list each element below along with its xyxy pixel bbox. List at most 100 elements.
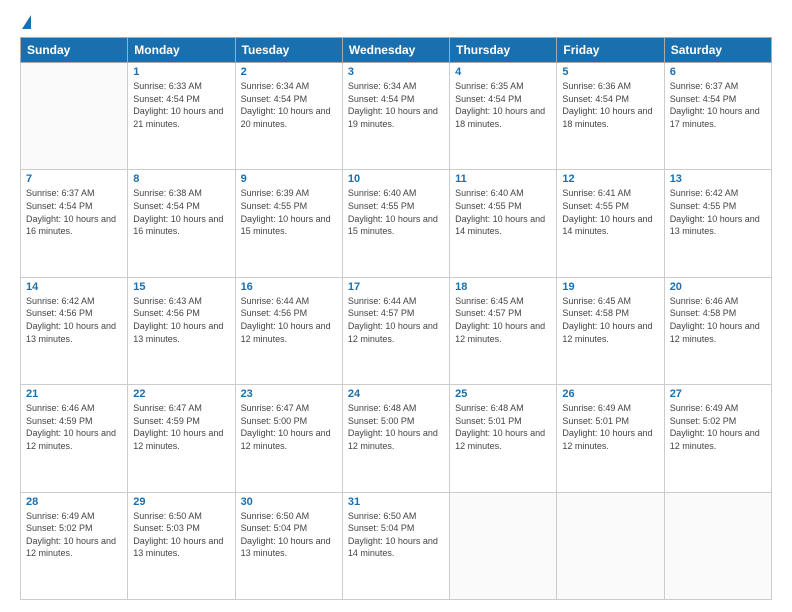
calendar-cell: 16 Sunrise: 6:44 AMSunset: 4:56 PMDayligh… bbox=[235, 277, 342, 384]
calendar-cell: 26 Sunrise: 6:49 AMSunset: 5:01 PMDayligh… bbox=[557, 385, 664, 492]
week-row-3: 14 Sunrise: 6:42 AMSunset: 4:56 PMDayligh… bbox=[21, 277, 772, 384]
calendar-header-row: SundayMondayTuesdayWednesdayThursdayFrid… bbox=[21, 38, 772, 63]
col-header-saturday: Saturday bbox=[664, 38, 771, 63]
calendar-cell: 29 Sunrise: 6:50 AMSunset: 5:03 PMDayligh… bbox=[128, 492, 235, 599]
calendar-page: SundayMondayTuesdayWednesdayThursdayFrid… bbox=[0, 0, 792, 612]
calendar-cell: 30Sunrise: 6:50 AMSunset: 5:04 PMDayligh… bbox=[235, 492, 342, 599]
calendar-cell: 18 Sunrise: 6:45 AMSunset: 4:57 PMDayligh… bbox=[450, 277, 557, 384]
calendar-cell: 10 Sunrise: 6:40 AMSunset: 4:55 PMDayligh… bbox=[342, 170, 449, 277]
day-number: 18 bbox=[455, 281, 551, 293]
calendar-cell bbox=[557, 492, 664, 599]
day-info: Sunrise: 6:40 AMSunset: 4:55 PMDaylight:… bbox=[348, 187, 444, 237]
day-number: 22 bbox=[133, 388, 229, 400]
calendar-cell: 3 Sunrise: 6:34 AMSunset: 4:54 PMDaylight… bbox=[342, 63, 449, 170]
col-header-thursday: Thursday bbox=[450, 38, 557, 63]
day-info: Sunrise: 6:49 AMSunset: 5:02 PMDaylight:… bbox=[26, 510, 122, 560]
week-row-4: 21 Sunrise: 6:46 AMSunset: 4:59 PMDayligh… bbox=[21, 385, 772, 492]
day-number: 25 bbox=[455, 388, 551, 400]
day-number: 29 bbox=[133, 496, 229, 508]
day-number: 28 bbox=[26, 496, 122, 508]
day-info: Sunrise: 6:49 AMSunset: 5:01 PMDaylight:… bbox=[562, 402, 658, 452]
calendar-cell: 12 Sunrise: 6:41 AMSunset: 4:55 PMDayligh… bbox=[557, 170, 664, 277]
day-info: Sunrise: 6:42 AMSunset: 4:55 PMDaylight:… bbox=[670, 187, 766, 237]
calendar-cell bbox=[21, 63, 128, 170]
header bbox=[20, 18, 772, 27]
day-number: 16 bbox=[241, 281, 337, 293]
week-row-2: 7 Sunrise: 6:37 AMSunset: 4:54 PMDaylight… bbox=[21, 170, 772, 277]
calendar-cell: 31 Sunrise: 6:50 AMSunset: 5:04 PMDayligh… bbox=[342, 492, 449, 599]
calendar-cell: 8 Sunrise: 6:38 AMSunset: 4:54 PMDaylight… bbox=[128, 170, 235, 277]
day-info: Sunrise: 6:41 AMSunset: 4:55 PMDaylight:… bbox=[562, 187, 658, 237]
calendar-cell bbox=[664, 492, 771, 599]
col-header-friday: Friday bbox=[557, 38, 664, 63]
day-number: 20 bbox=[670, 281, 766, 293]
calendar-table: SundayMondayTuesdayWednesdayThursdayFrid… bbox=[20, 37, 772, 600]
day-info: Sunrise: 6:47 AMSunset: 5:00 PMDaylight:… bbox=[241, 402, 337, 452]
calendar-cell: 15Sunrise: 6:43 AMSunset: 4:56 PMDayligh… bbox=[128, 277, 235, 384]
calendar-cell: 22Sunrise: 6:47 AMSunset: 4:59 PMDayligh… bbox=[128, 385, 235, 492]
day-number: 30 bbox=[241, 496, 337, 508]
day-number: 6 bbox=[670, 66, 766, 78]
day-info: Sunrise: 6:48 AMSunset: 5:01 PMDaylight:… bbox=[455, 402, 551, 452]
day-info: Sunrise: 6:48 AMSunset: 5:00 PMDaylight:… bbox=[348, 402, 444, 452]
col-header-monday: Monday bbox=[128, 38, 235, 63]
day-number: 7 bbox=[26, 173, 122, 185]
calendar-cell: 7 Sunrise: 6:37 AMSunset: 4:54 PMDaylight… bbox=[21, 170, 128, 277]
day-number: 26 bbox=[562, 388, 658, 400]
col-header-tuesday: Tuesday bbox=[235, 38, 342, 63]
logo-triangle-icon bbox=[22, 15, 31, 29]
day-number: 21 bbox=[26, 388, 122, 400]
day-info: Sunrise: 6:39 AMSunset: 4:55 PMDaylight:… bbox=[241, 187, 337, 237]
day-info: Sunrise: 6:50 AMSunset: 5:04 PMDaylight:… bbox=[348, 510, 444, 560]
day-number: 3 bbox=[348, 66, 444, 78]
day-info: Sunrise: 6:42 AMSunset: 4:56 PMDaylight:… bbox=[26, 295, 122, 345]
day-info: Sunrise: 6:46 AMSunset: 4:59 PMDaylight:… bbox=[26, 402, 122, 452]
day-number: 8 bbox=[133, 173, 229, 185]
day-info: Sunrise: 6:35 AMSunset: 4:54 PMDaylight:… bbox=[455, 80, 551, 130]
day-number: 12 bbox=[562, 173, 658, 185]
calendar-cell: 2Sunrise: 6:34 AMSunset: 4:54 PMDaylight… bbox=[235, 63, 342, 170]
day-number: 9 bbox=[241, 173, 337, 185]
day-info: Sunrise: 6:50 AMSunset: 5:03 PMDaylight:… bbox=[133, 510, 229, 560]
day-info: Sunrise: 6:43 AMSunset: 4:56 PMDaylight:… bbox=[133, 295, 229, 345]
calendar-cell: 13Sunrise: 6:42 AMSunset: 4:55 PMDayligh… bbox=[664, 170, 771, 277]
calendar-cell: 6 Sunrise: 6:37 AMSunset: 4:54 PMDaylight… bbox=[664, 63, 771, 170]
week-row-5: 28 Sunrise: 6:49 AMSunset: 5:02 PMDayligh… bbox=[21, 492, 772, 599]
day-info: Sunrise: 6:34 AMSunset: 4:54 PMDaylight:… bbox=[348, 80, 444, 130]
day-info: Sunrise: 6:44 AMSunset: 4:56 PMDaylight:… bbox=[241, 295, 337, 345]
day-info: Sunrise: 6:36 AMSunset: 4:54 PMDaylight:… bbox=[562, 80, 658, 130]
calendar-cell: 1 Sunrise: 6:33 AMSunset: 4:54 PMDaylight… bbox=[128, 63, 235, 170]
day-number: 11 bbox=[455, 173, 551, 185]
day-number: 10 bbox=[348, 173, 444, 185]
calendar-cell: 9 Sunrise: 6:39 AMSunset: 4:55 PMDaylight… bbox=[235, 170, 342, 277]
day-info: Sunrise: 6:33 AMSunset: 4:54 PMDaylight:… bbox=[133, 80, 229, 130]
calendar-cell: 14 Sunrise: 6:42 AMSunset: 4:56 PMDayligh… bbox=[21, 277, 128, 384]
calendar-cell: 25 Sunrise: 6:48 AMSunset: 5:01 PMDayligh… bbox=[450, 385, 557, 492]
day-info: Sunrise: 6:45 AMSunset: 4:57 PMDaylight:… bbox=[455, 295, 551, 345]
day-info: Sunrise: 6:49 AMSunset: 5:02 PMDaylight:… bbox=[670, 402, 766, 452]
day-number: 27 bbox=[670, 388, 766, 400]
calendar-cell: 23 Sunrise: 6:47 AMSunset: 5:00 PMDayligh… bbox=[235, 385, 342, 492]
calendar-cell: 17 Sunrise: 6:44 AMSunset: 4:57 PMDayligh… bbox=[342, 277, 449, 384]
calendar-cell: 21 Sunrise: 6:46 AMSunset: 4:59 PMDayligh… bbox=[21, 385, 128, 492]
col-header-wednesday: Wednesday bbox=[342, 38, 449, 63]
calendar-cell: 19Sunrise: 6:45 AMSunset: 4:58 PMDayligh… bbox=[557, 277, 664, 384]
day-number: 17 bbox=[348, 281, 444, 293]
day-info: Sunrise: 6:37 AMSunset: 4:54 PMDaylight:… bbox=[670, 80, 766, 130]
logo bbox=[20, 18, 31, 27]
calendar-cell: 5Sunrise: 6:36 AMSunset: 4:54 PMDaylight… bbox=[557, 63, 664, 170]
day-number: 14 bbox=[26, 281, 122, 293]
day-number: 31 bbox=[348, 496, 444, 508]
day-number: 23 bbox=[241, 388, 337, 400]
calendar-cell: 20Sunrise: 6:46 AMSunset: 4:58 PMDayligh… bbox=[664, 277, 771, 384]
day-info: Sunrise: 6:38 AMSunset: 4:54 PMDaylight:… bbox=[133, 187, 229, 237]
day-number: 19 bbox=[562, 281, 658, 293]
day-info: Sunrise: 6:44 AMSunset: 4:57 PMDaylight:… bbox=[348, 295, 444, 345]
calendar-cell: 4 Sunrise: 6:35 AMSunset: 4:54 PMDaylight… bbox=[450, 63, 557, 170]
calendar-cell: 28 Sunrise: 6:49 AMSunset: 5:02 PMDayligh… bbox=[21, 492, 128, 599]
day-number: 1 bbox=[133, 66, 229, 78]
day-info: Sunrise: 6:37 AMSunset: 4:54 PMDaylight:… bbox=[26, 187, 122, 237]
calendar-cell: 27 Sunrise: 6:49 AMSunset: 5:02 PMDayligh… bbox=[664, 385, 771, 492]
day-number: 4 bbox=[455, 66, 551, 78]
day-info: Sunrise: 6:40 AMSunset: 4:55 PMDaylight:… bbox=[455, 187, 551, 237]
